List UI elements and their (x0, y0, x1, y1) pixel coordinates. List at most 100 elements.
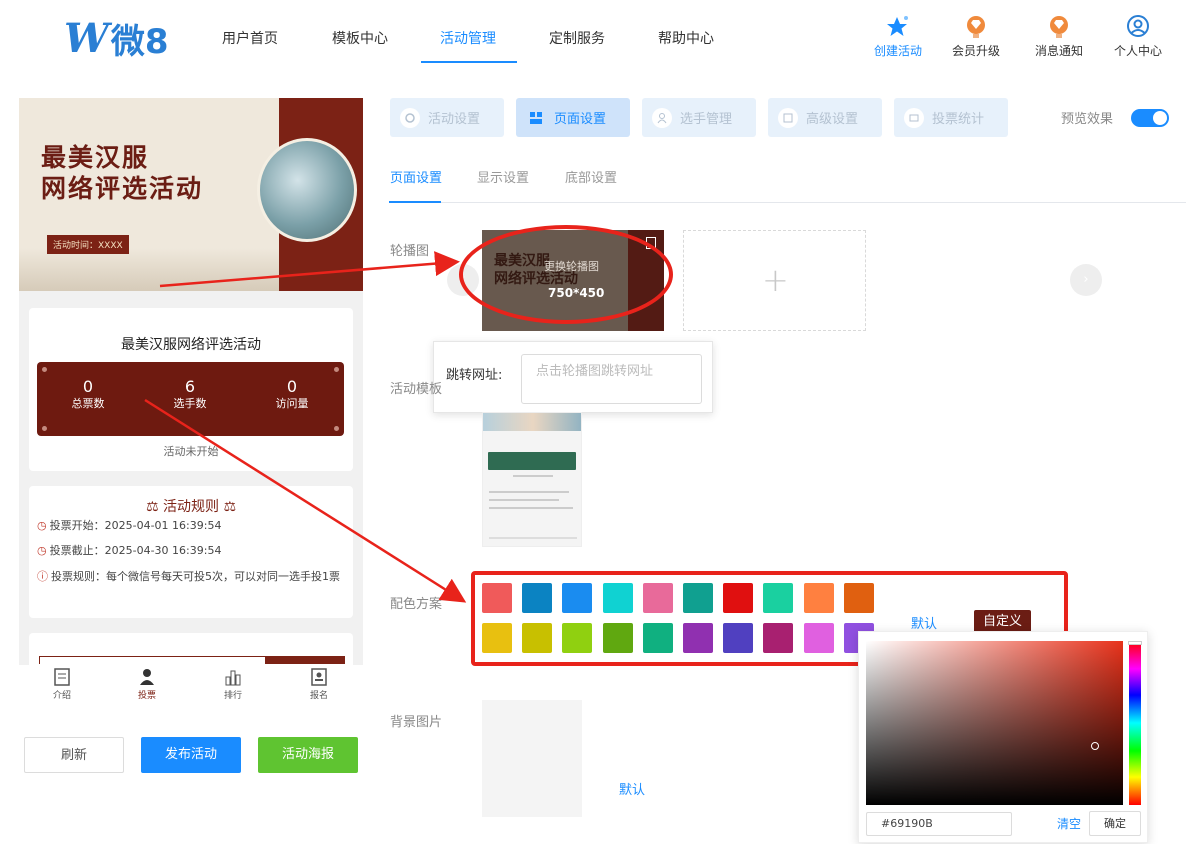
site-logo[interactable]: W 微8 (64, 14, 169, 62)
activity-title: 最美汉服网络评选活动 (121, 337, 261, 353)
stat-total-votes: 0 总票数 (38, 378, 138, 412)
create-activity-button[interactable]: 创建活动 (868, 14, 928, 59)
nav-activity-management[interactable]: 活动管理 (440, 28, 496, 48)
rule-start: ◷ 投票开始：2025-04-01 16:39:54 (37, 515, 221, 536)
settings-icon (778, 107, 798, 128)
tab-signup[interactable]: 报名 (289, 667, 349, 701)
preview-banner: 最美汉服 网络评选活动 活动时间：XXXX (19, 98, 363, 291)
nav-custom-service[interactable]: 定制服务 (549, 28, 605, 48)
clock-icon: ◷ (37, 519, 47, 532)
tab-label: 选手管理 (680, 112, 733, 127)
rules-title: ⚖ 活动规则 ⚖ (29, 496, 353, 516)
background-image-label: 背景图片 (390, 715, 443, 730)
carousel-label: 轮播图 (390, 244, 430, 259)
nav-active-underline (421, 61, 517, 63)
subtab-display-settings[interactable]: 显示设置 (477, 167, 529, 186)
profile-button[interactable]: 个人中心 (1108, 14, 1168, 59)
background-default-button[interactable]: 默认 (619, 779, 645, 798)
template-label: 活动模板 (390, 382, 443, 397)
tab-vote-statistics[interactable]: 投票统计 (894, 98, 1008, 137)
activity-poster-button[interactable]: 活动海报 (258, 737, 358, 773)
color-picker-panel: #69190B 清空 确定 (858, 631, 1148, 843)
redirect-url-input[interactable]: 点击轮播图跳转网址 (521, 354, 702, 404)
tab-ranking[interactable]: 排行 (203, 667, 263, 701)
tab-label: 报名 (309, 691, 328, 701)
hue-thumb[interactable] (1128, 641, 1142, 645)
color-cursor[interactable] (1091, 742, 1099, 750)
background-image-slot[interactable] (482, 700, 582, 817)
tab-label: 投票统计 (932, 112, 985, 127)
nav-help[interactable]: 帮助中心 (658, 28, 714, 48)
tab-vote[interactable]: 投票 (117, 667, 177, 701)
hue-slider[interactable] (1128, 641, 1142, 805)
info-icon: ⓘ (37, 570, 48, 583)
banner-painting-medallion (257, 138, 357, 242)
gavel-icon: ⚖ (145, 499, 163, 515)
bar-chart-icon (225, 670, 241, 686)
template-thumb-line (513, 475, 553, 477)
hex-input[interactable]: #69190B (866, 812, 1012, 836)
phone-preview: 最美汉服 网络评选活动 活动时间：XXXX 最美汉服网络评选活动 0 总票数 6… (19, 98, 363, 668)
search-bar-button (265, 656, 345, 664)
preview-effect-label: 预览效果 (1061, 112, 1114, 127)
stat-label: 总票数 (71, 397, 105, 410)
tab-label: 高级设置 (806, 112, 859, 127)
preview-effect-toggle[interactable] (1131, 109, 1169, 127)
banner-time: 活动时间：XXXX (47, 235, 129, 254)
activity-template-thumbnail[interactable] (482, 412, 582, 547)
template-thumb-banner (483, 413, 581, 431)
nav-home[interactable]: 用户首页 (222, 28, 278, 48)
confirm-button[interactable]: 确定 (1089, 811, 1141, 836)
rule-value: 2025-04-30 16:39:54 (104, 544, 222, 557)
rule-end: ◷ 投票截止：2025-04-30 16:39:54 (37, 540, 221, 561)
membership-upgrade-button[interactable]: 会员升级 (946, 14, 1006, 59)
stat-visits: 0 访问量 (242, 378, 342, 412)
tab-page-settings[interactable]: 页面设置 (516, 98, 630, 137)
saturation-value-area[interactable] (866, 641, 1123, 805)
nav-templates[interactable]: 模板中心 (332, 28, 388, 48)
refresh-button[interactable]: 刷新 (24, 737, 124, 773)
plus-icon: + (762, 261, 789, 299)
carousel-next-arrow[interactable]: › (1070, 264, 1102, 296)
stats-icon (904, 107, 924, 128)
tab-contestant-management[interactable]: 选手管理 (642, 98, 756, 137)
search-card (29, 633, 353, 668)
tab-label: 活动设置 (428, 112, 481, 127)
template-thumb-line (489, 499, 559, 501)
subtab-footer-settings[interactable]: 底部设置 (565, 167, 617, 186)
rule-label: 投票开始： (49, 519, 105, 532)
user-icon (652, 107, 672, 128)
tab-advanced-settings[interactable]: 高级设置 (768, 98, 882, 137)
clipboard-icon (400, 107, 420, 128)
clear-button[interactable]: 清空 (1057, 815, 1081, 832)
tab-label: 投票 (137, 691, 156, 701)
chevron-right-icon: › (1083, 272, 1089, 287)
banner-title: 最美汉服 网络评选活动 (41, 142, 203, 204)
stats-corner-dot (334, 426, 339, 431)
clock-icon: ◷ (37, 544, 47, 557)
user-circle-icon (1127, 15, 1149, 37)
template-thumb-line (489, 491, 569, 493)
create-activity-label: 创建活动 (873, 44, 922, 58)
redirect-url-label: 跳转网址: (446, 368, 503, 383)
bell-badge-icon (1050, 16, 1068, 38)
add-carousel-slot[interactable]: + (683, 230, 866, 331)
banner-mountains (19, 248, 279, 291)
rule-value: 每个微信号每天可投5次，可以对同一选手投1票 (106, 570, 340, 583)
rules-card: ⚖ 活动规则 ⚖ ◷ 投票开始：2025-04-01 16:39:54 ◷ 投票截止… (29, 486, 353, 618)
logo-letter: W (64, 14, 109, 62)
stat-label: 访问量 (275, 397, 309, 410)
tab-intro[interactable]: 介绍 (32, 667, 92, 701)
publish-activity-button[interactable]: 发布活动 (141, 737, 241, 773)
stat-label: 选手数 (173, 397, 207, 410)
stats-corner-dot (42, 367, 47, 372)
annotation-ellipse (459, 225, 673, 324)
person-icon (140, 669, 154, 685)
membership-upgrade-label: 会员升级 (951, 44, 1000, 58)
subtab-page-settings[interactable]: 页面设置 (390, 167, 442, 186)
stat-value: 0 (82, 377, 94, 396)
activity-status: 活动未开始 (163, 445, 219, 458)
tab-activity-settings[interactable]: 活动设置 (390, 98, 504, 137)
stat-contestants: 6 选手数 (140, 378, 240, 412)
notifications-button[interactable]: 消息通知 (1029, 14, 1089, 59)
